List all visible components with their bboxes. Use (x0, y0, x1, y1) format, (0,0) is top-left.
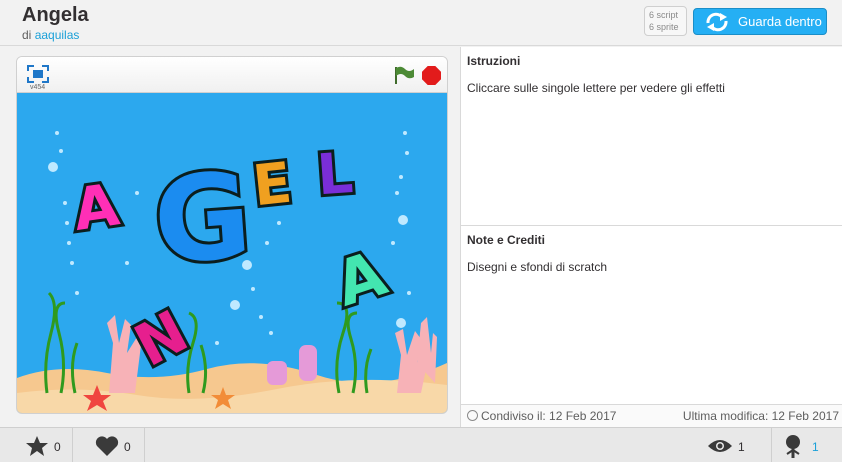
by-prefix: di (22, 28, 32, 42)
byline: di aaquilas (22, 28, 79, 42)
letter-e[interactable]: E (247, 148, 298, 223)
shared-label: Condiviso il: 12 Feb 2017 (481, 409, 617, 423)
love-button[interactable]: 0 (73, 428, 145, 462)
remix-tree-button[interactable]: 1 (771, 428, 842, 462)
project-dates: Condiviso il: 12 Feb 2017 Ultima modific… (461, 404, 842, 427)
shared-icon (467, 410, 478, 421)
star-icon (26, 436, 48, 456)
letter-g[interactable]: G (146, 143, 258, 293)
letter-l[interactable]: L (312, 138, 358, 211)
project-header: Angela di aaquilas 6 script 6 sprite Gua… (0, 0, 842, 46)
player-version: v454 (30, 84, 46, 91)
love-count: 0 (124, 440, 131, 454)
heart-icon (95, 436, 119, 456)
project-title: Angela (22, 4, 89, 26)
project-actions: 0 0 1 1 (0, 427, 842, 462)
project-player: v454 A G E L A N (16, 56, 448, 414)
remix-count: 1 (812, 440, 819, 454)
author-link[interactable]: aaquilas (35, 28, 80, 42)
favorite-count: 0 (54, 440, 61, 454)
eye-icon (708, 440, 732, 452)
credits-text: Disegni e sfondi di scratch (467, 260, 608, 274)
player-controls: v454 (17, 57, 447, 93)
stop-icon[interactable] (422, 66, 441, 85)
see-inside-button[interactable]: Guarda dentro (693, 8, 827, 35)
green-flag-icon[interactable] (393, 65, 415, 85)
modified-date: Ultima modifica: 12 Feb 2017 (682, 409, 839, 423)
shared-date: Condiviso il: 12 Feb 2017 (467, 409, 616, 423)
sprite-count: 6 sprite (649, 22, 679, 32)
notes-divider (461, 225, 842, 226)
credits-title: Note e Crediti (467, 233, 546, 247)
instructions-title: Istruzioni (467, 54, 521, 68)
project-notes: Istruzioni Cliccare sulle singole letter… (460, 47, 842, 427)
fullscreen-icon[interactable] (27, 65, 49, 83)
script-count: 6 script (649, 10, 679, 20)
see-inside-label: Guarda dentro (738, 14, 822, 29)
project-stats: 6 script 6 sprite (644, 6, 687, 36)
views-stat: 1 (680, 428, 758, 462)
favorite-button[interactable]: 0 (0, 428, 73, 462)
letter-a[interactable]: A (66, 167, 126, 247)
project-stage[interactable]: A G E L A N (17, 93, 447, 413)
project-page: Angela di aaquilas 6 script 6 sprite Gua… (0, 0, 842, 462)
remix-arrows-icon (706, 12, 728, 32)
instructions-text: Cliccare sulle singole lettere per veder… (467, 81, 725, 95)
views-count: 1 (738, 440, 745, 454)
remix-tree-icon (786, 435, 800, 458)
